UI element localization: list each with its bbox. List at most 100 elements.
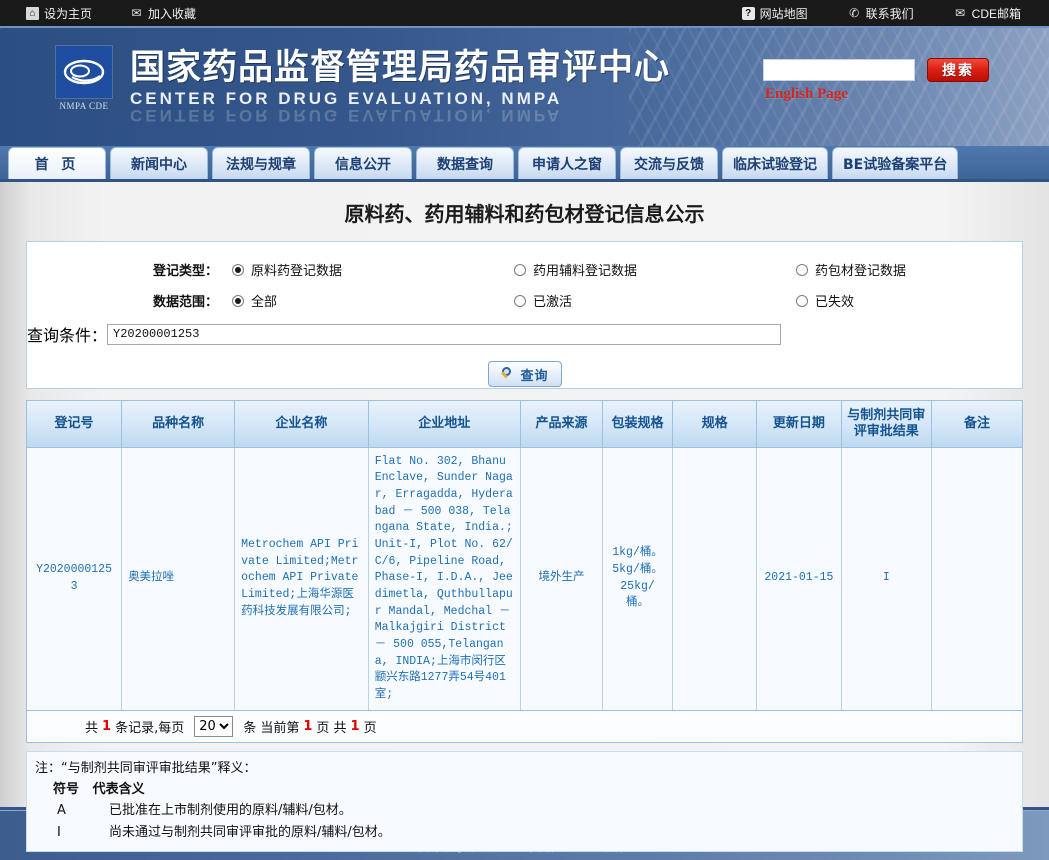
cell-source: 境外生产 xyxy=(520,447,604,710)
radio-api-data[interactable]: 原料药登记数据 xyxy=(232,260,514,279)
cell-update-date: 2021-01-15 xyxy=(756,447,842,710)
radio-range-active-label: 已激活 xyxy=(533,295,573,310)
help-icon: ? xyxy=(741,6,755,20)
legend-meaning-i: 尚未通过与制剂共同审评审批的原料/辅料/包材。 xyxy=(109,824,391,840)
results-table-container: 登记号 品种名称 企业名称 企业地址 产品来源 包装规格 规格 更新日期 与制剂… xyxy=(26,400,1023,711)
radio-range-all-label: 全部 xyxy=(251,295,278,310)
query-submit-button[interactable]: 查询 xyxy=(487,361,562,387)
pager-total-prefix: 共 xyxy=(85,720,99,736)
phone-icon: ✆ xyxy=(849,5,860,20)
radio-range-expired-icon[interactable] xyxy=(796,294,808,307)
top-utility-bar: ⌂ 设为主页 ✉ 加入收藏 ? 网站地图 ✆ 联系我们 ✉ CDE邮箱 xyxy=(0,0,1049,26)
radio-range-active[interactable]: 已激活 xyxy=(514,291,796,310)
nav-item-disclosure[interactable]: 信息公开 xyxy=(314,147,412,179)
home-icon: ⌂ xyxy=(26,6,39,20)
nav-item-data-query[interactable]: 数据查询 xyxy=(416,147,514,179)
radio-excipient-data-icon[interactable] xyxy=(514,263,526,276)
cell-spec xyxy=(672,447,758,710)
nav-item-home[interactable]: 首 页 xyxy=(8,147,106,179)
nav-item-be-platform[interactable]: BE试验备案平台 xyxy=(832,147,959,179)
site-map-link[interactable]: ? 网站地图 xyxy=(741,5,808,22)
nav-item-feedback[interactable]: 交流与反馈 xyxy=(620,147,718,179)
col-header-memo[interactable]: 备注 xyxy=(931,401,1022,448)
radio-range-all[interactable]: 全部 xyxy=(232,291,514,310)
radio-excipient-data-label: 药用辅料登记数据 xyxy=(533,264,638,279)
col-header-variety[interactable]: 品种名称 xyxy=(121,401,236,448)
query-condition-input[interactable] xyxy=(107,323,782,345)
pager-page-text: 页 共 xyxy=(316,720,347,736)
nmpa-cde-logo-icon xyxy=(56,46,112,98)
cell-address: Flat No. 302, Bhanu Enclave, Sunder Naga… xyxy=(368,447,521,710)
envelope-icon: ✉ xyxy=(955,5,966,20)
cell-reg-no: Y20200001253 xyxy=(27,447,123,710)
col-header-spec[interactable]: 规格 xyxy=(672,401,758,448)
page-title: 原料药、药用辅料和药包材登记信息公示 xyxy=(344,202,705,226)
pager-total-count: 1 xyxy=(102,718,112,734)
data-range-row: 数据范围： 全部 已激活 已失效 xyxy=(27,285,1022,316)
cell-variety: 奥美拉唑 xyxy=(121,447,236,710)
legend-col-meaning: 代表含义 xyxy=(92,782,145,798)
site-banner: NMPA CDE 国家药品监督管理局药品审评中心 CENTER FOR DRUG… xyxy=(0,26,1049,146)
site-title-cn: 国家药品监督管理局药品审评中心 xyxy=(130,48,671,88)
legend-row-i: I 尚未通过与制剂共同审评审批的原料/辅料/包材。 xyxy=(35,822,1014,843)
col-header-address[interactable]: 企业地址 xyxy=(368,401,521,448)
col-header-package[interactable]: 包装规格 xyxy=(602,401,673,448)
registration-type-label: 登记类型： xyxy=(152,264,218,279)
banner-search-area: 搜索 English Page xyxy=(763,58,1023,103)
add-favorite-link[interactable]: ✉ 加入收藏 xyxy=(130,5,196,22)
magnifier-icon xyxy=(500,366,515,382)
radio-packaging-data-icon[interactable] xyxy=(796,263,808,276)
results-table: 登记号 品种名称 企业名称 企业地址 产品来源 包装规格 规格 更新日期 与制剂… xyxy=(27,401,1022,710)
site-title-en: CENTER FOR DRUG EVALUATION, NMPA xyxy=(130,89,563,109)
legend-symbol-a: A xyxy=(57,803,66,819)
radio-range-active-icon[interactable] xyxy=(514,294,526,307)
cell-review-result: I xyxy=(841,447,933,710)
pager-page-suffix: 页 xyxy=(363,720,377,736)
radio-range-all-icon[interactable] xyxy=(232,294,244,307)
registration-type-row: 登记类型： 原料药登记数据 药用辅料登记数据 药包材登记数据 xyxy=(27,254,1022,285)
add-favorite-label: 加入收藏 xyxy=(148,6,197,21)
site-logo[interactable]: NMPA CDE 国家药品监督管理局药品审评中心 CENTER FOR DRUG… xyxy=(56,46,670,125)
english-page-link[interactable]: English Page xyxy=(765,86,1023,103)
query-form-panel: 登记类型： 原料药登记数据 药用辅料登记数据 药包材登记数据 数据范围： 全部 … xyxy=(26,241,1023,389)
pager-records-text: 条记录,每页 xyxy=(115,720,185,736)
query-condition-row: 查询条件： xyxy=(27,319,1022,349)
legend-note-head: 注：“与制剂共同审评审批结果”释义： xyxy=(35,760,257,776)
main-navigation: 首 页 新闻中心 法规与规章 信息公开 数据查询 申请人之窗 交流与反馈 临床试… xyxy=(0,146,1049,182)
contact-us-link[interactable]: ✆ 联系我们 xyxy=(848,5,914,22)
top-bar-left-group: ⌂ 设为主页 ✉ 加入收藏 xyxy=(26,5,196,22)
data-range-label: 数据范围： xyxy=(152,295,218,310)
query-submit-label: 查询 xyxy=(520,368,549,384)
nav-item-applicant-window[interactable]: 申请人之窗 xyxy=(518,147,616,179)
radio-api-data-icon[interactable] xyxy=(232,263,244,276)
nav-item-regulations[interactable]: 法规与规章 xyxy=(212,147,310,179)
col-header-update-date[interactable]: 更新日期 xyxy=(756,401,842,448)
site-map-label: 网站地图 xyxy=(759,6,808,21)
query-condition-label: 查询条件： xyxy=(27,328,108,345)
site-search-input[interactable] xyxy=(763,59,915,81)
table-row[interactable]: Y20200001253 奥美拉唑 Metrochem API Private … xyxy=(27,447,1022,710)
col-header-company[interactable]: 企业名称 xyxy=(234,401,369,448)
table-header-row: 登记号 品种名称 企业名称 企业地址 产品来源 包装规格 规格 更新日期 与制剂… xyxy=(27,401,1022,448)
cell-company: Metrochem API Private Limited;Metrochem … xyxy=(234,447,369,710)
cde-mail-link[interactable]: ✉ CDE邮箱 xyxy=(954,5,1021,22)
contact-us-label: 联系我们 xyxy=(865,6,914,21)
pager-unit-text: 条 当前第 xyxy=(243,720,300,736)
col-header-review-result[interactable]: 与制剂共同审 评审批结果 xyxy=(841,401,933,448)
radio-range-expired[interactable]: 已失效 xyxy=(796,291,854,310)
nav-item-clinical-trial-registry[interactable]: 临床试验登记 xyxy=(722,147,828,179)
col-header-source[interactable]: 产品来源 xyxy=(520,401,604,448)
nav-item-news[interactable]: 新闻中心 xyxy=(110,147,208,179)
radio-packaging-data[interactable]: 药包材登记数据 xyxy=(796,260,906,279)
set-homepage-link[interactable]: ⌂ 设为主页 xyxy=(26,5,92,22)
top-bar-right-group: ? 网站地图 ✆ 联系我们 ✉ CDE邮箱 xyxy=(741,5,1021,22)
legend-column-headers: 符号 代表含义 xyxy=(35,779,1014,800)
page-size-select[interactable]: 20 xyxy=(194,715,234,737)
pager-total-pages: 1 xyxy=(350,718,360,734)
site-search-button[interactable]: 搜索 xyxy=(927,58,989,82)
mail-icon: ✉ xyxy=(131,5,142,20)
col-header-reg-no[interactable]: 登记号 xyxy=(27,401,123,448)
cde-mail-label: CDE邮箱 xyxy=(971,6,1021,21)
radio-excipient-data[interactable]: 药用辅料登记数据 xyxy=(514,260,796,279)
col-header-review-result-line2: 评审批结果 xyxy=(853,423,919,439)
